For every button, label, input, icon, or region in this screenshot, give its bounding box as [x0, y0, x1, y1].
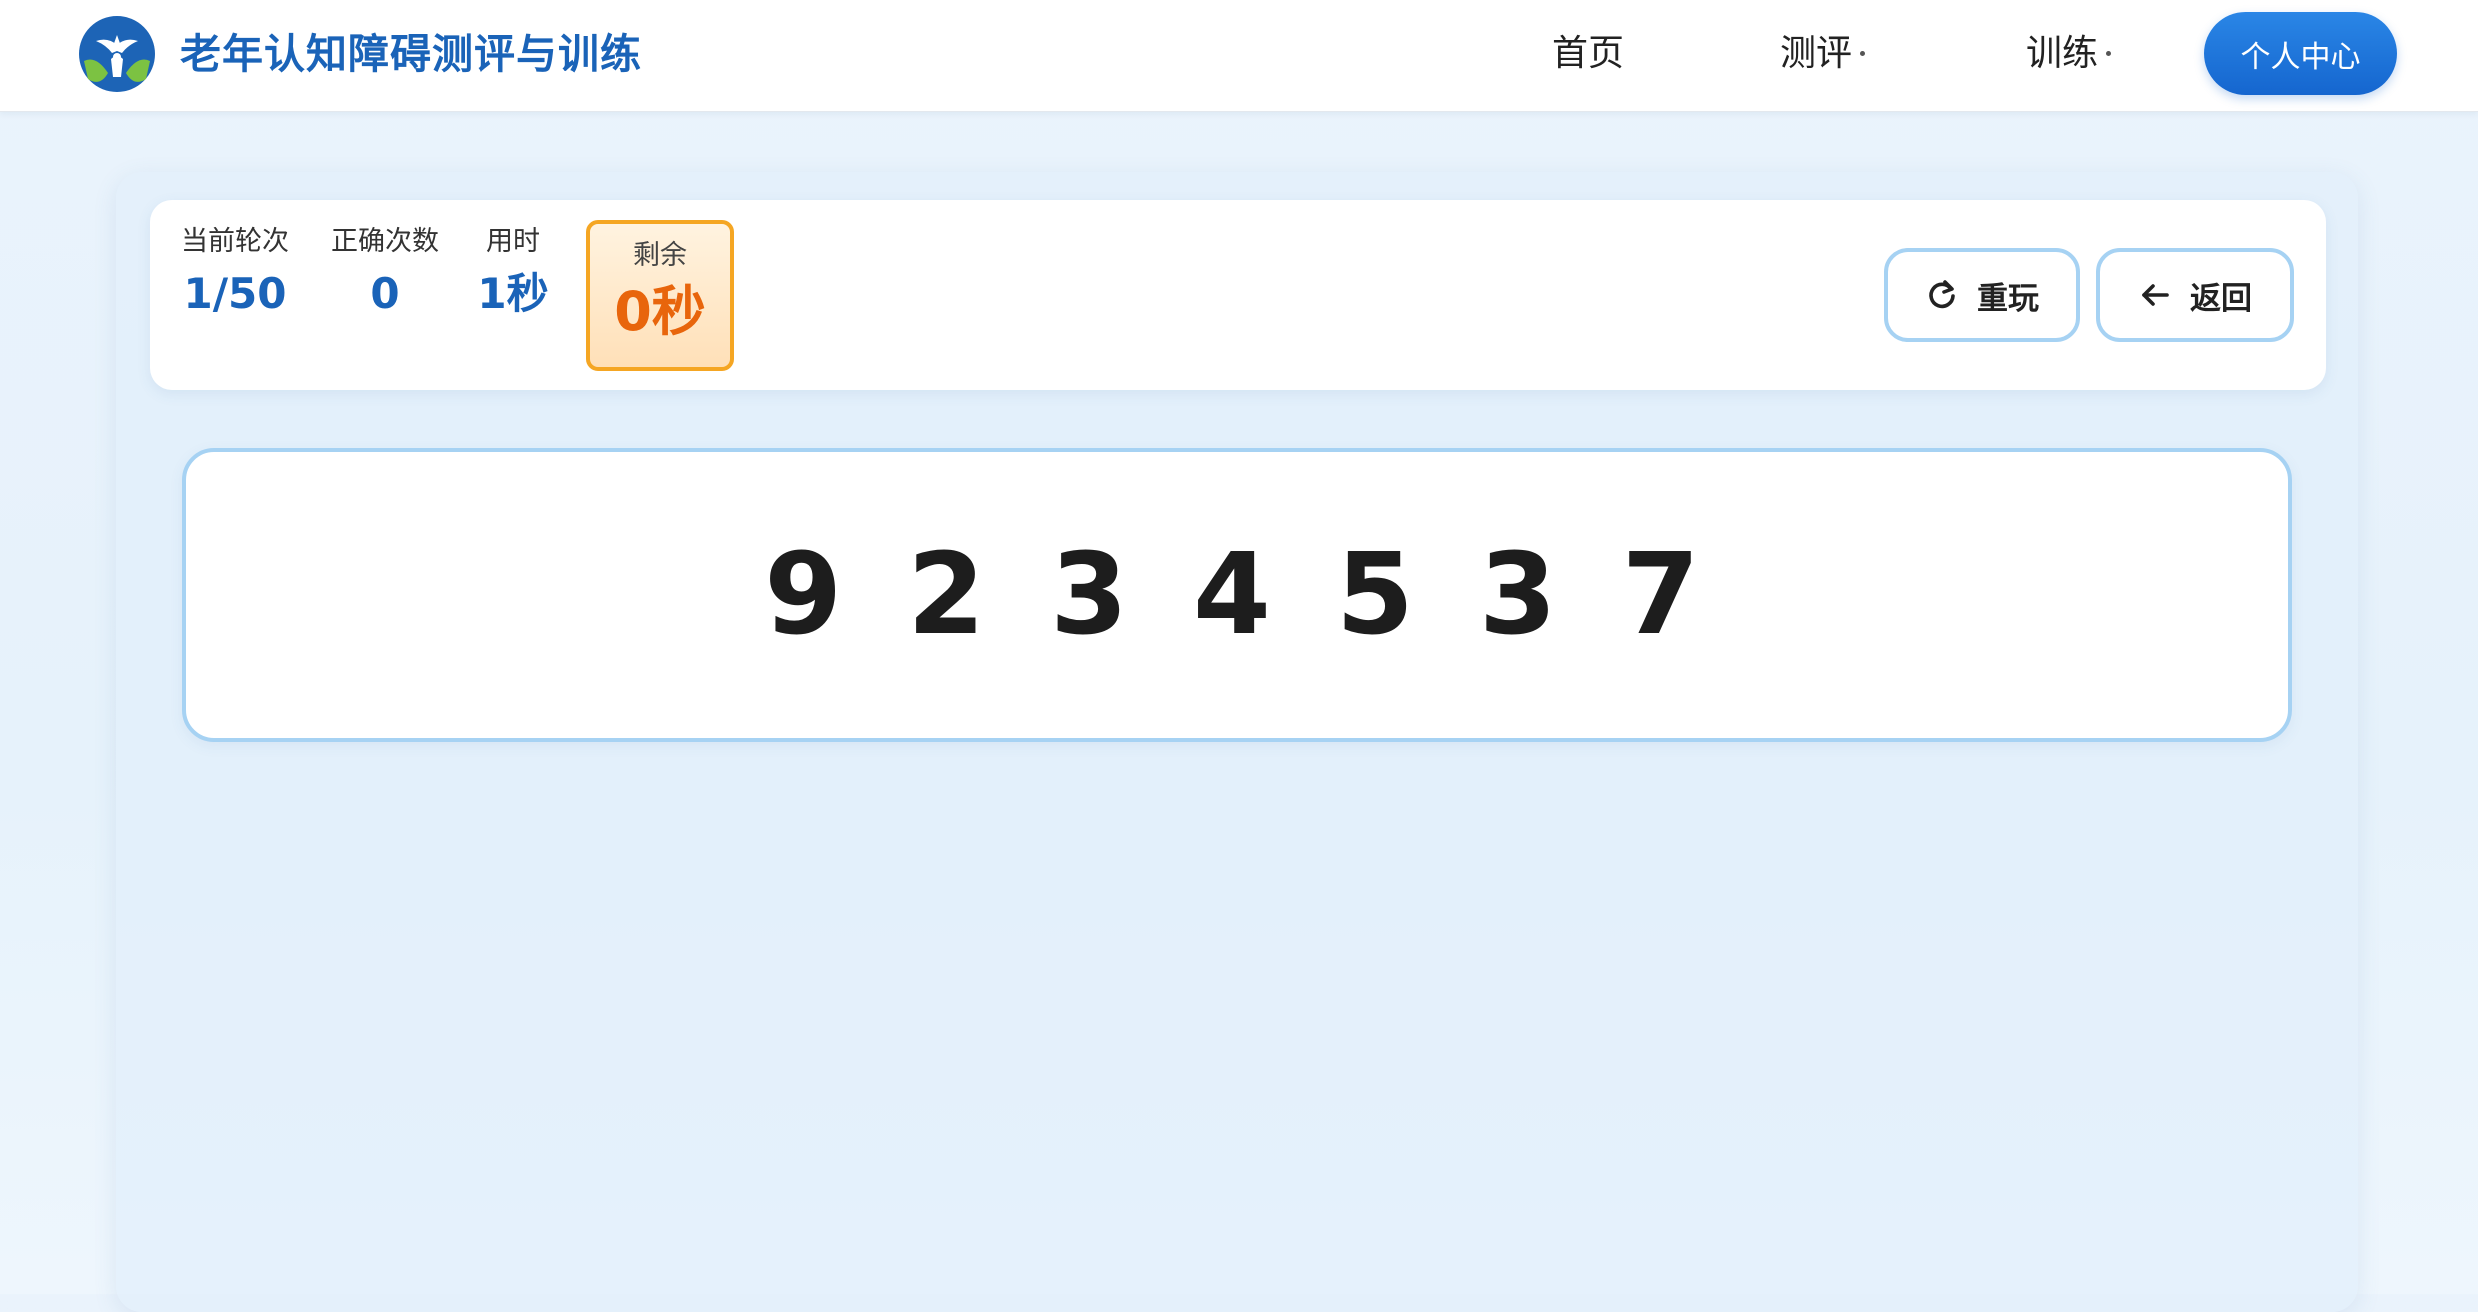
dropdown-indicator-icon [2106, 50, 2112, 56]
nav-training-label: 训练 [2026, 33, 2099, 74]
game-stats-bar: 当前轮次 1/50 正确次数 0 用时 1秒 剩余 0秒 重玩 返回 [150, 200, 2326, 390]
stat-correct-label: 正确次数 [331, 226, 439, 257]
app-title: 老年认知障碍测评与训练 [180, 30, 642, 78]
profile-center-label: 个人中心 [2240, 39, 2361, 75]
back-button[interactable]: 返回 [2096, 248, 2294, 342]
logo-icon [79, 16, 155, 92]
nav-training-dropdown[interactable]: 训练 [2026, 24, 2112, 84]
remaining-time-label: 剩余 [633, 240, 687, 271]
arrow-left-icon [2142, 284, 2169, 306]
nav-home[interactable]: 首页 [1552, 24, 1624, 84]
refresh-icon [1929, 280, 1955, 309]
replay-label: 重玩 [1977, 280, 2039, 317]
stat-correct-value: 0 [370, 269, 400, 318]
stat-elapsed-time: 用时 1秒 [458, 222, 568, 326]
nav-home-label: 首页 [1552, 33, 1625, 74]
nav-assessment-dropdown[interactable]: 测评 [1780, 24, 1866, 84]
remaining-time-badge: 剩余 0秒 [586, 220, 734, 371]
dropdown-indicator-icon [1860, 50, 1866, 56]
remaining-time-value: 0秒 [614, 280, 706, 343]
digit-sequence: 9 2 3 4 5 3 7 [764, 530, 1710, 660]
stat-round-value: 1/50 [183, 269, 287, 318]
profile-center-button[interactable]: 个人中心 [2204, 12, 2397, 95]
back-label: 返回 [2190, 280, 2252, 317]
digit-sequence-card: 9 2 3 4 5 3 7 [182, 448, 2292, 742]
top-nav-bar: 老年认知障碍测评与训练 首页 测评 训练 个人中心 [0, 0, 2478, 112]
nav-assessment-label: 测评 [1780, 33, 1853, 74]
stat-current-round: 当前轮次 1/50 [180, 222, 290, 326]
stat-time-value: 1秒 [477, 269, 549, 318]
stat-correct-count: 正确次数 0 [330, 222, 440, 326]
stat-time-label: 用时 [486, 226, 540, 257]
replay-button[interactable]: 重玩 [1884, 248, 2080, 342]
stat-round-label: 当前轮次 [181, 226, 289, 257]
